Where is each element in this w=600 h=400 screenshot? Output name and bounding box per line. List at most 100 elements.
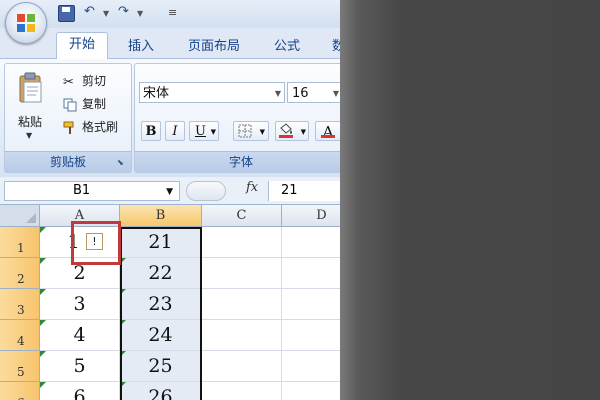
redo-icon[interactable]: ↷ bbox=[118, 4, 129, 19]
fill-color-bar bbox=[279, 135, 293, 138]
row-header[interactable]: 6 bbox=[0, 382, 40, 400]
cell-value: 22 bbox=[148, 262, 173, 284]
cell-d5[interactable] bbox=[282, 351, 340, 382]
scissors-icon: ✂ bbox=[63, 74, 74, 90]
cell-value: 23 bbox=[148, 293, 173, 315]
dialog-launcher-icon[interactable]: ⬊ bbox=[117, 158, 125, 167]
tab-page-layout[interactable]: 页面布局 bbox=[188, 35, 240, 54]
row-header[interactable]: 2 bbox=[0, 258, 40, 289]
cell-d2[interactable] bbox=[282, 258, 340, 289]
cell-value: 1 bbox=[67, 231, 80, 253]
title-bar: ↶ ▼ ↷ ▼ ≡ bbox=[0, 0, 340, 28]
row-number: 5 bbox=[17, 365, 25, 379]
chevron-down-icon[interactable]: ▼ bbox=[166, 183, 173, 201]
formula-bar: B1 ▼ fx 21 bbox=[0, 177, 340, 205]
cell-a4[interactable]: 4 bbox=[40, 320, 120, 351]
cell-b5[interactable]: 25 bbox=[120, 351, 202, 382]
cell-b1[interactable]: 21 bbox=[120, 227, 202, 258]
cell-c2[interactable] bbox=[202, 258, 282, 289]
cell-value: 5 bbox=[73, 355, 86, 377]
cell-d6[interactable] bbox=[282, 382, 340, 400]
font-color-bar bbox=[321, 135, 335, 138]
font-size-value: 16 bbox=[292, 86, 309, 101]
row-header[interactable]: 5 bbox=[0, 351, 40, 382]
copy-button[interactable]: 复制 bbox=[63, 95, 106, 113]
formula-bar-splitter[interactable] bbox=[186, 181, 226, 201]
row-number: 2 bbox=[17, 272, 25, 286]
cell-a2[interactable]: 2 bbox=[40, 258, 120, 289]
cell-c5[interactable] bbox=[202, 351, 282, 382]
fill-color-button[interactable]: ▼ bbox=[275, 121, 309, 141]
cell-value: 4 bbox=[73, 324, 86, 346]
insert-function-icon[interactable]: fx bbox=[246, 180, 258, 195]
error-warning-icon[interactable]: ! bbox=[86, 233, 103, 250]
column-header-c[interactable]: C bbox=[202, 205, 282, 227]
error-indicator-icon bbox=[40, 351, 46, 357]
tab-insert[interactable]: 插入 bbox=[128, 35, 154, 54]
cell-b4[interactable]: 24 bbox=[120, 320, 202, 351]
tab-data[interactable]: 数 bbox=[332, 35, 340, 54]
error-indicator-icon bbox=[40, 258, 46, 264]
paste-icon[interactable] bbox=[19, 72, 43, 104]
name-box[interactable]: B1 ▼ bbox=[4, 181, 180, 201]
cell-a1[interactable]: 1 bbox=[40, 227, 120, 258]
ribbon-tabs: 插入 页面布局 公式 数 bbox=[0, 28, 340, 58]
worksheet-grid: A B C D 1 1 21 2 2 22 3 3 23 4 4 24 5 5 … bbox=[0, 205, 340, 400]
column-header-a[interactable]: A bbox=[40, 205, 120, 227]
error-indicator-icon bbox=[40, 289, 46, 295]
paste-button[interactable]: 粘贴 bbox=[18, 113, 42, 130]
cut-button[interactable]: ✂ 剪切 bbox=[63, 72, 106, 90]
column-header-d[interactable]: D bbox=[282, 205, 340, 227]
cell-b2[interactable]: 22 bbox=[120, 258, 202, 289]
font-size-select[interactable]: 16 ▼ bbox=[287, 82, 340, 103]
underline-label: U bbox=[195, 124, 206, 139]
cell-d3[interactable] bbox=[282, 289, 340, 320]
name-box-value: B1 bbox=[73, 183, 91, 198]
customize-toolbar-icon[interactable]: ≡ bbox=[168, 6, 177, 19]
undo-icon[interactable]: ↶ bbox=[84, 4, 95, 19]
error-indicator-icon bbox=[40, 227, 46, 233]
save-icon[interactable] bbox=[58, 5, 75, 22]
cell-c6[interactable] bbox=[202, 382, 282, 400]
cut-label: 剪切 bbox=[82, 74, 107, 88]
copy-icon bbox=[63, 98, 77, 111]
paste-dropdown-icon[interactable]: ▼ bbox=[26, 131, 32, 140]
cell-d4[interactable] bbox=[282, 320, 340, 351]
copy-label: 复制 bbox=[82, 97, 107, 111]
cell-a5[interactable]: 5 bbox=[40, 351, 120, 382]
border-button[interactable]: ▼ bbox=[233, 121, 269, 141]
error-indicator-icon bbox=[120, 289, 126, 295]
cell-b6[interactable]: 26 bbox=[120, 382, 202, 400]
undo-dropdown-icon[interactable]: ▼ bbox=[103, 9, 109, 18]
clipboard-group: 粘贴 ▼ ✂ 剪切 复制 格式刷 剪贴板 ⬊ bbox=[4, 63, 132, 173]
error-indicator-icon bbox=[120, 320, 126, 326]
tab-formulas[interactable]: 公式 bbox=[274, 35, 300, 54]
row-number: 4 bbox=[17, 334, 25, 348]
cell-a6[interactable]: 6 bbox=[40, 382, 120, 400]
cell-c1[interactable] bbox=[202, 227, 282, 258]
error-indicator-icon bbox=[40, 320, 46, 326]
column-header-b[interactable]: B bbox=[120, 205, 202, 227]
cell-c4[interactable] bbox=[202, 320, 282, 351]
row-header[interactable]: 3 bbox=[0, 289, 40, 320]
row-header[interactable]: 4 bbox=[0, 320, 40, 351]
clipboard-group-label: 剪贴板 bbox=[5, 151, 131, 172]
error-indicator-icon bbox=[40, 382, 46, 388]
select-all-button[interactable] bbox=[0, 205, 40, 227]
redo-dropdown-icon[interactable]: ▼ bbox=[137, 9, 143, 18]
cell-a3[interactable]: 3 bbox=[40, 289, 120, 320]
font-color-button[interactable]: A bbox=[315, 121, 340, 141]
cell-d1[interactable] bbox=[282, 227, 340, 258]
row-header[interactable]: 1 bbox=[0, 227, 40, 258]
cell-c3[interactable] bbox=[202, 289, 282, 320]
format-painter-label: 格式刷 bbox=[82, 120, 119, 134]
office-button[interactable] bbox=[5, 2, 47, 44]
italic-button[interactable]: I bbox=[165, 121, 185, 141]
format-painter-button[interactable]: 格式刷 bbox=[63, 118, 118, 136]
tab-home[interactable]: 开始 bbox=[56, 32, 108, 59]
cell-b3[interactable]: 23 bbox=[120, 289, 202, 320]
formula-input[interactable]: 21 bbox=[268, 181, 340, 201]
bold-button[interactable]: B bbox=[141, 121, 161, 141]
font-name-select[interactable]: 宋体 ▼ bbox=[139, 82, 285, 103]
underline-button[interactable]: U ▼ bbox=[189, 121, 219, 141]
